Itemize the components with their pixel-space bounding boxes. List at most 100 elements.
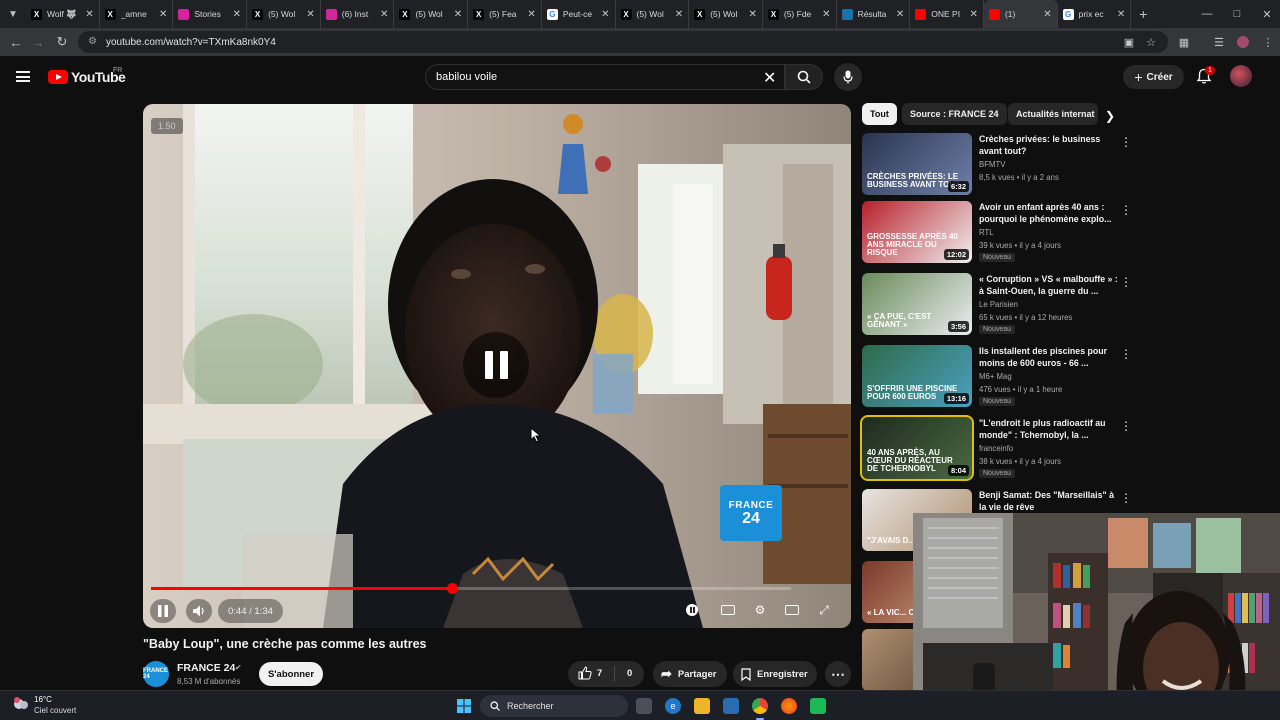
- close-tab-icon[interactable]: ✕: [1117, 9, 1125, 20]
- browser-tab[interactable]: Gprix ec ✕: [1058, 0, 1132, 28]
- close-tab-icon[interactable]: ✕: [527, 9, 535, 20]
- close-tab-icon[interactable]: ✕: [970, 9, 978, 20]
- search-input[interactable]: babilou voile: [425, 64, 785, 90]
- recommended-video-title[interactable]: Benji Samat: Des "Marseillais" à la vie …: [979, 489, 1119, 513]
- browser-tab[interactable]: X (5) Wol ✕: [394, 0, 469, 28]
- browser-tab[interactable]: (1) ✕: [983, 0, 1058, 28]
- subscribe-button[interactable]: S'abonner: [259, 662, 323, 686]
- browser-tab[interactable]: X (5) Wol ✕: [247, 0, 321, 28]
- recommended-channel-name[interactable]: M6+ Mag: [979, 372, 1012, 381]
- close-tab-icon[interactable]: ✕: [896, 9, 904, 20]
- browser-tab[interactable]: ONE PI ✕: [910, 0, 984, 28]
- recommended-video[interactable]: « Ça pue, c'est gênant » 3:56 « Corruption…: [862, 273, 1132, 339]
- dislike-count[interactable]: 0: [627, 668, 632, 679]
- browser-menu-icon[interactable]: ⋮: [1260, 34, 1276, 50]
- maximize-window-button[interactable]: □: [1220, 0, 1254, 28]
- clear-search-icon[interactable]: ✕: [763, 68, 776, 88]
- close-tab-icon[interactable]: ✕: [159, 9, 167, 20]
- video-thumbnail[interactable]: « Ça pue, c'est gênant » 3:56: [862, 273, 972, 335]
- reload-icon[interactable]: ↻: [50, 30, 74, 54]
- browser-tab[interactable]: Résulta ✕: [837, 0, 911, 28]
- user-avatar[interactable]: [1230, 65, 1252, 87]
- seek-bar[interactable]: [151, 583, 791, 594]
- recommended-video[interactable]: S'OFFRIR UNE PISCINE POUR 600 EUROS 13:16…: [862, 345, 1132, 411]
- center-pause-button[interactable]: [463, 332, 529, 398]
- browser-tab[interactable]: Stories ✕: [173, 0, 248, 28]
- recommended-video[interactable]: CRÈCHES PRIVÉES: LE BUSINESS AVANT TOUT 6…: [862, 133, 1132, 199]
- browser-tab[interactable]: (6) Inst ✕: [321, 0, 395, 28]
- forward-arrow-icon[interactable]: →: [26, 30, 50, 54]
- site-info-icon[interactable]: ⚙: [88, 36, 100, 48]
- chip-all[interactable]: Tout: [862, 103, 897, 125]
- create-button[interactable]: + Créer: [1123, 65, 1184, 89]
- recommended-channel-name[interactable]: BFMTV: [979, 160, 1005, 169]
- more-options-icon[interactable]: ⋮: [1120, 203, 1132, 217]
- close-tab-icon[interactable]: ✕: [748, 9, 756, 20]
- browser-tab[interactable]: G Peut-ce ✕: [542, 0, 616, 28]
- more-options-icon[interactable]: ⋮: [1120, 347, 1132, 361]
- video-thumbnail[interactable]: CRÈCHES PRIVÉES: LE BUSINESS AVANT TOUT 6…: [862, 133, 972, 195]
- recommended-video-title[interactable]: "L'endroit le plus radioactif au monde" …: [979, 417, 1119, 441]
- close-tab-icon[interactable]: ✕: [454, 9, 462, 20]
- media-controls-icon[interactable]: ☰: [1211, 34, 1227, 50]
- more-options-icon[interactable]: ⋮: [1120, 275, 1132, 289]
- app-green-icon[interactable]: [810, 698, 826, 714]
- video-thumbnail[interactable]: GROSSESSE APRÈS 40 ANS MIRACLE OU RISQUE…: [862, 201, 972, 263]
- video-thumbnail[interactable]: S'OFFRIR UNE PISCINE POUR 600 EUROS 13:16: [862, 345, 972, 407]
- chrome-browser-icon[interactable]: [752, 698, 768, 714]
- browser-tab[interactable]: X _amne ✕: [100, 0, 174, 28]
- pause-button[interactable]: [150, 599, 176, 623]
- recommended-video[interactable]: GROSSESSE APRÈS 40 ANS MIRACLE OU RISQUE…: [862, 201, 1132, 267]
- video-player[interactable]: 1.50 FRANCE 24 0:44 / 1:34 ⚙ ⤢: [143, 104, 851, 628]
- subtitles-icon[interactable]: [717, 599, 739, 621]
- share-button[interactable]: ➦ Partager: [653, 661, 727, 687]
- browser-tab[interactable]: X Wolf 🐺 ✕: [26, 0, 100, 28]
- like-button[interactable]: [578, 666, 592, 683]
- task-view-icon[interactable]: [636, 698, 652, 714]
- search-button[interactable]: [785, 64, 823, 90]
- close-tab-icon[interactable]: ✕: [306, 9, 314, 20]
- close-window-button[interactable]: ✕: [1250, 0, 1280, 28]
- windows-start-icon[interactable]: [456, 698, 472, 714]
- file-explorer-icon[interactable]: [694, 698, 710, 714]
- recommended-video-title[interactable]: Ils installent des piscines pour moins d…: [979, 345, 1119, 369]
- close-tab-icon[interactable]: ✕: [380, 9, 388, 20]
- close-tab-icon[interactable]: ✕: [675, 9, 683, 20]
- save-button[interactable]: Enregistrer: [733, 661, 817, 687]
- back-arrow-icon[interactable]: ←: [4, 30, 28, 54]
- browser-tab[interactable]: X (5) Fea ✕: [468, 0, 542, 28]
- install-app-icon[interactable]: ▣: [1121, 34, 1137, 50]
- bookmark-star-icon[interactable]: ☆: [1143, 34, 1159, 50]
- fullscreen-exit-icon[interactable]: ⤢: [813, 599, 835, 621]
- browser-tab[interactable]: X (5) Wol ✕: [616, 0, 690, 28]
- new-tab-button[interactable]: +: [1131, 6, 1155, 22]
- close-tab-icon[interactable]: ✕: [85, 9, 93, 20]
- browser-tab[interactable]: X (5) Fde ✕: [763, 0, 837, 28]
- weather-temperature[interactable]: 16°C: [34, 695, 52, 704]
- tab-search-chevron-icon[interactable]: ▼: [0, 0, 26, 28]
- recommended-video-title[interactable]: Avoir un enfant après 40 ans : pourquoi …: [979, 201, 1119, 225]
- recommended-video-title[interactable]: Crèches privées: le business avant tout?: [979, 133, 1119, 157]
- recommended-channel-name[interactable]: RTL: [979, 228, 994, 237]
- chevron-right-icon[interactable]: ❯: [1105, 109, 1115, 123]
- more-actions-icon[interactable]: ⋯: [825, 661, 851, 687]
- autoplay-toggle-icon[interactable]: [681, 599, 703, 621]
- profile-icon[interactable]: [1235, 34, 1251, 50]
- voice-search-button[interactable]: [834, 63, 862, 91]
- microsoft-store-icon[interactable]: [723, 698, 739, 714]
- close-tab-icon[interactable]: ✕: [233, 9, 241, 20]
- seek-bar-scrubber[interactable]: [446, 583, 458, 594]
- minimize-window-button[interactable]: —: [1190, 0, 1224, 28]
- menu-hamburger-icon[interactable]: [16, 71, 30, 82]
- more-options-icon[interactable]: ⋮: [1120, 491, 1132, 505]
- close-tab-icon[interactable]: ✕: [601, 9, 609, 20]
- recommended-video[interactable]: 40 ans après, au cœur du réacteur de Tch…: [860, 415, 1132, 483]
- video-thumbnail[interactable]: 40 ans après, au cœur du réacteur de Tch…: [860, 415, 974, 481]
- chip-source-france24[interactable]: Source : FRANCE 24: [902, 103, 1007, 125]
- more-options-icon[interactable]: ⋮: [1120, 135, 1132, 149]
- channel-name[interactable]: FRANCE 24: [177, 662, 235, 674]
- channel-avatar[interactable]: FRANCE 24: [143, 661, 169, 687]
- extensions-puzzle-icon[interactable]: ▦: [1176, 34, 1192, 50]
- close-tab-icon[interactable]: ✕: [822, 9, 830, 20]
- address-bar[interactable]: ⚙ youtube.com/watch?v=TXmKa8nk0Y4: [78, 31, 1168, 53]
